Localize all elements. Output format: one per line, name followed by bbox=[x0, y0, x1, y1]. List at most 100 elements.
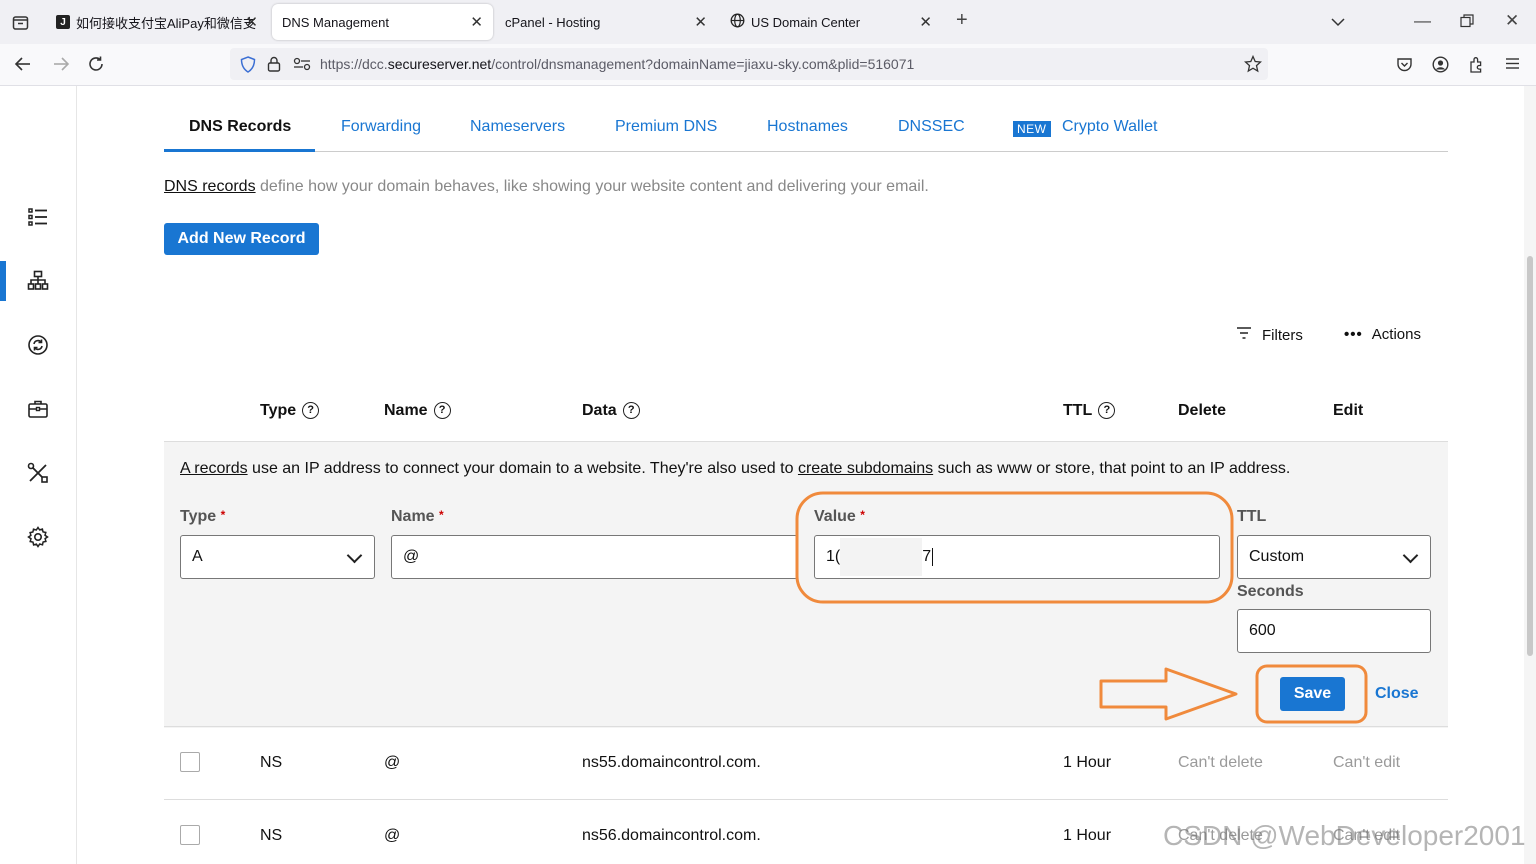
ttl-select[interactable]: Custom bbox=[1237, 535, 1431, 579]
forward-arrow-icon[interactable] bbox=[52, 55, 70, 76]
briefcase-icon[interactable] bbox=[26, 397, 50, 421]
header-edit: Edit bbox=[1333, 402, 1364, 419]
record-delete: Can't delete bbox=[1178, 754, 1263, 771]
arrow-annotation bbox=[1099, 667, 1238, 721]
tab-dnssec[interactable]: DNSSEC bbox=[898, 118, 965, 136]
dns-network-icon[interactable] bbox=[26, 269, 50, 293]
tab-forwarding[interactable]: Forwarding bbox=[341, 118, 421, 136]
gear-icon[interactable] bbox=[26, 525, 50, 549]
browser-tab-us-domain-center[interactable]: US Domain Center ✕ bbox=[720, 4, 942, 40]
close-icon[interactable]: ✕ bbox=[694, 13, 707, 31]
create-subdomains-link[interactable]: create subdomains bbox=[798, 460, 933, 477]
close-icon[interactable]: ✕ bbox=[470, 13, 483, 31]
close-button[interactable]: Close bbox=[1375, 685, 1419, 703]
list-icon[interactable] bbox=[26, 205, 50, 229]
dns-records-link[interactable]: DNS records bbox=[164, 178, 256, 195]
globe-icon bbox=[730, 13, 745, 31]
record-edit: Can't edit bbox=[1333, 754, 1401, 771]
tabs-divider bbox=[164, 151, 1448, 152]
account-icon[interactable] bbox=[1432, 56, 1449, 76]
tab-crypto-wallet[interactable]: Crypto Wallet bbox=[1062, 118, 1157, 136]
row-divider bbox=[164, 726, 1448, 727]
list-tabs-chevron-icon[interactable] bbox=[1330, 14, 1346, 33]
row-checkbox[interactable] bbox=[180, 752, 200, 772]
record-data: ns55.domaincontrol.com. bbox=[582, 754, 761, 771]
header-type: Type? bbox=[260, 402, 320, 420]
minimize-icon[interactable]: — bbox=[1414, 12, 1431, 29]
shield-icon[interactable] bbox=[240, 56, 256, 76]
reload-icon[interactable] bbox=[87, 55, 105, 76]
tab-premium-dns[interactable]: Premium DNS bbox=[615, 118, 717, 136]
permissions-icon[interactable] bbox=[293, 57, 311, 74]
new-tab-plus-icon[interactable]: + bbox=[956, 10, 968, 30]
value-highlight-annotation bbox=[795, 491, 1234, 604]
new-badge: NEW bbox=[1013, 121, 1051, 137]
row-divider bbox=[164, 799, 1448, 800]
more-dots-icon: ••• bbox=[1344, 326, 1363, 343]
help-icon[interactable]: ? bbox=[302, 402, 320, 420]
actions-button[interactable]: ••• Actions bbox=[1344, 326, 1421, 343]
help-icon[interactable]: ? bbox=[433, 402, 451, 420]
a-records-link[interactable]: A records bbox=[180, 460, 248, 477]
record-ttl: 1 Hour bbox=[1063, 827, 1112, 844]
header-delete: Delete bbox=[1178, 402, 1227, 419]
browser-tab-bar: J 如何接收支付宝AliPay和微信支 ✕ DNS Management ✕ c… bbox=[0, 0, 1536, 44]
close-icon[interactable]: ✕ bbox=[919, 13, 932, 31]
window-close-icon[interactable]: ✕ bbox=[1505, 12, 1519, 29]
address-bar[interactable]: https://dcc.secureserver.net/control/dns… bbox=[230, 48, 1268, 80]
back-arrow-icon[interactable] bbox=[14, 55, 32, 76]
sidebar-active-indicator bbox=[0, 261, 6, 301]
help-icon[interactable]: ? bbox=[1098, 402, 1116, 420]
help-icon[interactable]: ? bbox=[622, 402, 640, 420]
left-sidebar bbox=[0, 86, 77, 864]
filter-icon bbox=[1236, 326, 1252, 344]
header-data: Data? bbox=[582, 402, 640, 420]
extensions-icon[interactable] bbox=[1468, 56, 1485, 76]
restore-icon[interactable] bbox=[1460, 14, 1474, 31]
a-records-info: A records use an IP address to connect y… bbox=[180, 460, 1291, 477]
menu-hamburger-icon[interactable] bbox=[1505, 56, 1520, 74]
close-icon[interactable]: ✕ bbox=[245, 13, 258, 31]
name-label: Name * bbox=[391, 508, 444, 525]
tab-dns-records[interactable]: DNS Records bbox=[189, 118, 291, 136]
record-type: NS bbox=[260, 754, 283, 771]
add-new-record-button[interactable]: Add New Record bbox=[164, 223, 319, 255]
browser-nav-bar: https://dcc.secureserver.net/control/dns… bbox=[0, 44, 1536, 86]
page-scrollbar[interactable] bbox=[1524, 86, 1536, 864]
ttl-label: TTL bbox=[1237, 508, 1267, 525]
seconds-input[interactable]: 600 bbox=[1237, 609, 1431, 653]
browser-tab-title: cPanel - Hosting bbox=[505, 14, 601, 30]
header-ttl: TTL? bbox=[1063, 402, 1116, 420]
browser-tab-dns-management[interactable]: DNS Management ✕ bbox=[272, 4, 493, 40]
bookmark-star-icon[interactable] bbox=[1243, 54, 1263, 76]
browser-tab-title: 如何接收支付宝AliPay和微信支 bbox=[76, 15, 256, 31]
tools-icon[interactable] bbox=[26, 461, 50, 485]
site-favicon-icon: J bbox=[56, 15, 70, 29]
tab-hostnames[interactable]: Hostnames bbox=[767, 118, 848, 136]
url-text[interactable]: https://dcc.secureserver.net/control/dns… bbox=[320, 56, 914, 72]
intro-text: DNS records define how your domain behav… bbox=[164, 178, 929, 195]
record-name: @ bbox=[384, 827, 401, 844]
sync-transfer-icon[interactable] bbox=[26, 333, 50, 357]
browser-tab-cpanel[interactable]: cPanel - Hosting ✕ bbox=[495, 4, 717, 40]
filters-button[interactable]: Filters bbox=[1236, 326, 1303, 344]
chevron-down-icon bbox=[1402, 547, 1419, 564]
pocket-icon[interactable] bbox=[1396, 56, 1413, 76]
chevron-down-icon bbox=[346, 547, 363, 564]
browser-tab-alipay[interactable]: J 如何接收支付宝AliPay和微信支 ✕ bbox=[46, 4, 268, 40]
browser-tab-title: US Domain Center bbox=[751, 14, 861, 30]
tab-nameservers[interactable]: Nameservers bbox=[470, 118, 565, 136]
record-name: @ bbox=[384, 754, 401, 771]
scrollbar-thumb[interactable] bbox=[1527, 256, 1533, 656]
row-checkbox[interactable] bbox=[180, 825, 200, 845]
type-select[interactable]: A bbox=[180, 535, 375, 579]
name-input[interactable]: @ bbox=[391, 535, 798, 579]
lock-icon[interactable] bbox=[267, 56, 281, 75]
type-label: Type * bbox=[180, 508, 226, 525]
save-highlight-annotation bbox=[1255, 664, 1368, 724]
header-name: Name? bbox=[384, 402, 451, 420]
active-tab-underline bbox=[164, 149, 315, 152]
browser-tab-title: DNS Management bbox=[282, 14, 389, 30]
record-type: NS bbox=[260, 827, 283, 844]
tab-overview-icon[interactable] bbox=[12, 14, 29, 34]
